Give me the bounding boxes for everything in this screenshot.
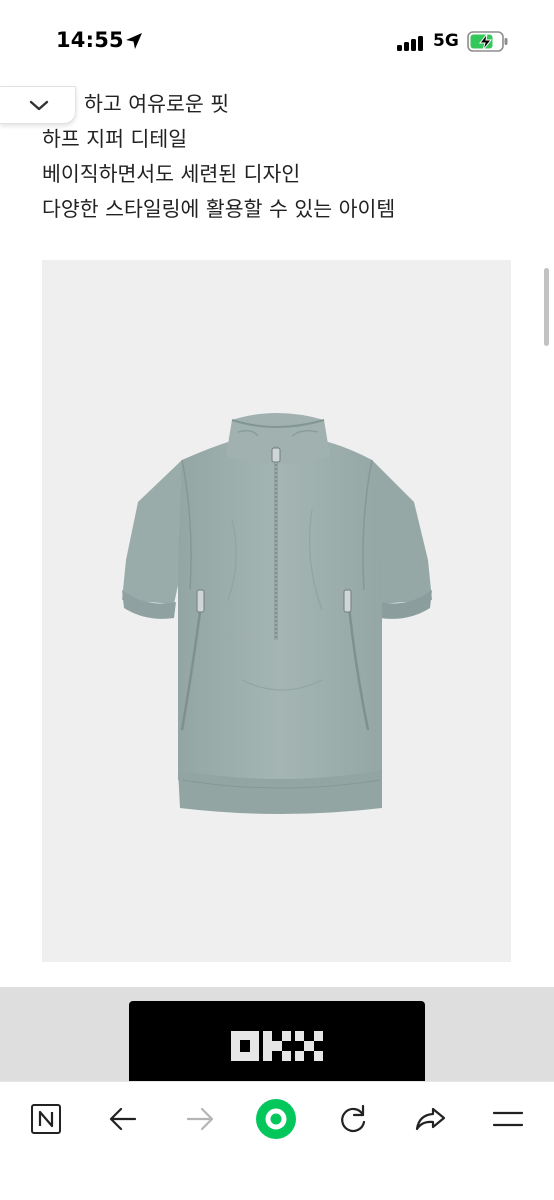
signal-bars-icon [397, 35, 425, 51]
naver-n-icon [31, 1104, 61, 1134]
ad-banner[interactable] [129, 1001, 425, 1091]
description-line-1: 하고 여유로운 핏 [84, 92, 230, 116]
network-label: 5G [433, 31, 459, 51]
status-bar: 14:55 5G [0, 0, 554, 84]
green-dot-icon [256, 1099, 296, 1139]
okx-logo [231, 1031, 323, 1061]
arrow-right-icon [186, 1107, 214, 1131]
browser-toolbar [0, 1081, 554, 1200]
anorak-illustration [122, 413, 432, 814]
status-time: 14:55 [56, 28, 124, 52]
forward-button[interactable] [179, 1098, 221, 1140]
arrow-left-icon [109, 1107, 137, 1131]
scrollbar[interactable] [544, 268, 549, 346]
description-line-3: 베이직하면서도 세련된 디자인 [42, 162, 301, 186]
back-button[interactable] [102, 1098, 144, 1140]
collapse-button[interactable] [0, 86, 76, 124]
reload-button[interactable] [332, 1098, 374, 1140]
share-button[interactable] [409, 1098, 451, 1140]
location-arrow-icon [126, 33, 142, 49]
product-image[interactable] [42, 260, 511, 962]
green-dot-button[interactable] [255, 1098, 297, 1140]
description-line-2: 하프 지퍼 디테일 [42, 127, 188, 151]
share-icon [415, 1107, 446, 1131]
menu-button[interactable] [487, 1098, 529, 1140]
battery-charging-icon [467, 31, 508, 52]
naver-home-button[interactable] [25, 1098, 67, 1140]
chevron-down-icon [29, 100, 49, 111]
reload-icon [341, 1104, 366, 1133]
description-line-4: 다양한 스타일링에 활용할 수 있는 아이템 [42, 197, 396, 221]
hamburger-menu-icon [492, 1111, 524, 1127]
